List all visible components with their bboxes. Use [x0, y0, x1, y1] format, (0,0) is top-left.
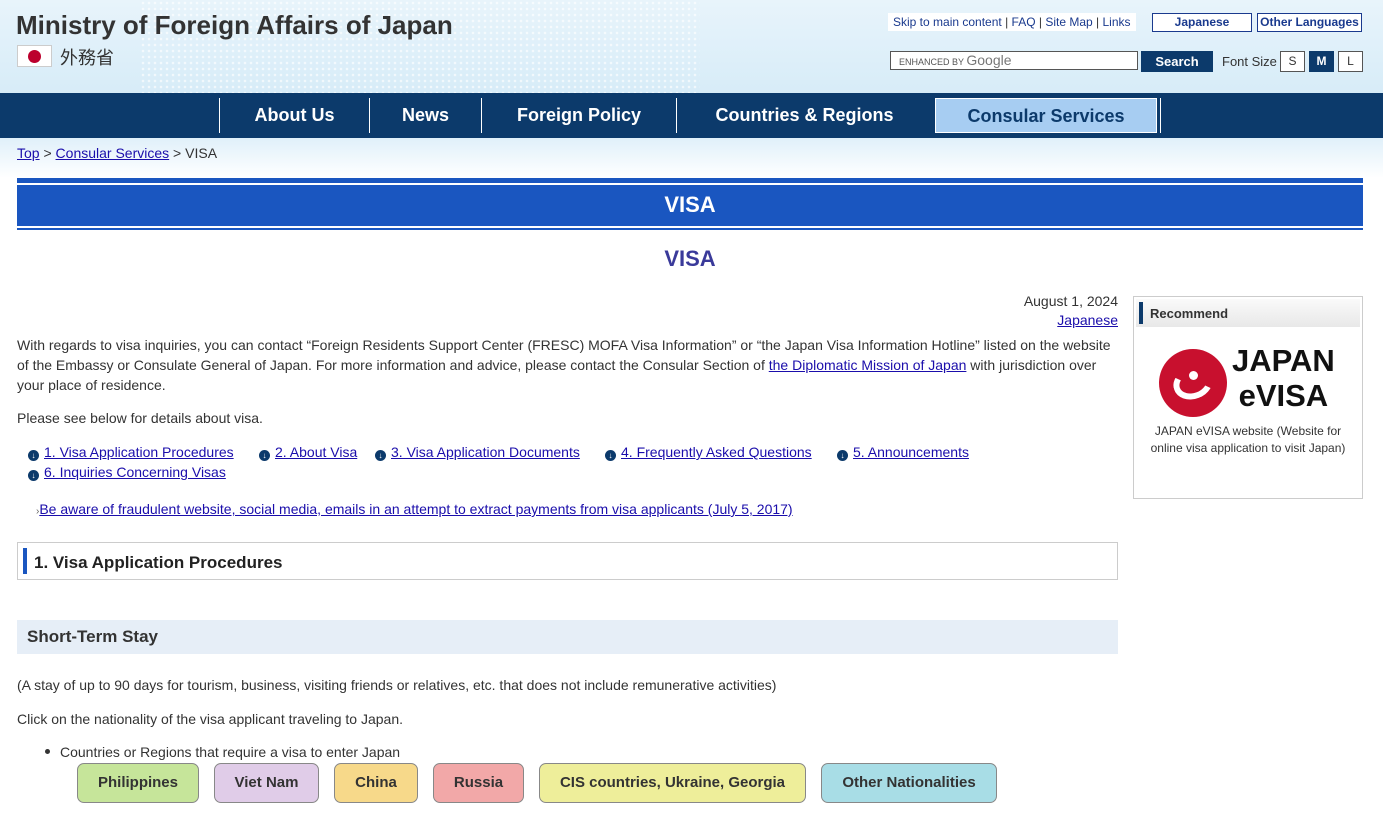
site-map-link[interactable]: Site Map — [1045, 15, 1092, 29]
font-size-medium-button[interactable]: M — [1309, 51, 1334, 72]
search-button[interactable]: Search — [1141, 51, 1213, 72]
search-input[interactable]: ENHANCED BY Google — [890, 51, 1138, 70]
nav-about-us[interactable]: About Us — [219, 98, 369, 133]
links-link[interactable]: Links — [1103, 15, 1131, 29]
sidebar-heading: Recommend — [1150, 306, 1229, 321]
nationality-other-button[interactable]: Other Nationalities — [821, 763, 997, 803]
toc-link-4[interactable]: 4. Frequently Asked Questions — [621, 444, 812, 460]
nationality-russia-button[interactable]: Russia — [433, 763, 524, 803]
breadcrumb: Top > Consular Services > VISA — [17, 145, 218, 161]
breadcrumb-top-link[interactable]: Top — [17, 145, 40, 161]
google-logo: Google — [966, 52, 1012, 68]
intro-paragraph: With regards to visa inquiries, you can … — [17, 337, 1111, 393]
toc-link-6[interactable]: 6. Inquiries Concerning Visas — [44, 464, 226, 480]
utility-links: Skip to main content | FAQ | Site Map | … — [888, 13, 1136, 31]
toc-link-2[interactable]: 2. About Visa — [275, 444, 357, 460]
click-instruction: Click on the nationality of the visa app… — [17, 711, 404, 727]
down-arrow-icon: ↓ — [837, 450, 848, 461]
details-text: Please see below for details about visa. — [17, 410, 263, 426]
nav-countries-regions[interactable]: Countries & Regions — [676, 98, 932, 133]
page-subtitle: VISA — [664, 246, 716, 271]
evisa-caption[interactable]: JAPAN eVISA website (Website for online … — [1142, 423, 1354, 457]
japanese-language-button[interactable]: Japanese — [1152, 13, 1252, 32]
nationality-cis-button[interactable]: CIS countries, Ukraine, Georgia — [539, 763, 806, 803]
font-size-small-button[interactable]: S — [1280, 51, 1305, 72]
fraud-warning-link[interactable]: Be aware of fraudulent website, social m… — [39, 501, 792, 517]
site-title[interactable]: Ministry of Foreign Affairs of Japan — [16, 10, 453, 41]
short-term-description: (A stay of up to 90 days for tourism, bu… — [17, 677, 777, 693]
japanese-site-name[interactable]: 外務省 — [60, 44, 114, 70]
faq-link[interactable]: FAQ — [1012, 15, 1036, 29]
japan-flag-icon — [17, 45, 52, 67]
toc-link-5[interactable]: 5. Announcements — [853, 444, 969, 460]
nav-news[interactable]: News — [369, 98, 481, 133]
breadcrumb-consular-link[interactable]: Consular Services — [56, 145, 170, 161]
nationality-philippines-button[interactable]: Philippines — [77, 763, 199, 803]
down-arrow-icon: ↓ — [375, 450, 386, 461]
section-heading: 1. Visa Application Procedures — [34, 553, 283, 572]
down-arrow-icon: ↓ — [28, 450, 39, 461]
japan-evisa-logo-icon[interactable] — [1159, 349, 1227, 417]
skip-to-main-link[interactable]: Skip to main content — [893, 15, 1002, 29]
page-title: VISA — [17, 183, 1363, 228]
japanese-version-link[interactable]: Japanese — [1057, 312, 1118, 328]
other-languages-button[interactable]: Other Languages — [1257, 13, 1362, 32]
font-size-large-button[interactable]: L — [1338, 51, 1363, 72]
breadcrumb-current: VISA — [185, 145, 218, 161]
nav-consular-services[interactable]: Consular Services — [935, 98, 1157, 133]
down-arrow-icon: ↓ — [605, 450, 616, 461]
toc-link-1[interactable]: 1. Visa Application Procedures — [44, 444, 234, 460]
diplomatic-mission-link[interactable]: the Diplomatic Mission of Japan — [769, 357, 967, 373]
main-navigation: About Us News Foreign Policy Countries &… — [0, 93, 1383, 138]
evisa-logo-text[interactable]: JAPAN eVISA — [1232, 343, 1335, 413]
nationality-china-button[interactable]: China — [334, 763, 418, 803]
nav-foreign-policy[interactable]: Foreign Policy — [481, 98, 676, 133]
down-arrow-icon: ↓ — [259, 450, 270, 461]
toc-link-3[interactable]: 3. Visa Application Documents — [391, 444, 580, 460]
publish-date: August 1, 2024 — [1023, 293, 1118, 309]
subsection-heading: Short-Term Stay — [27, 627, 158, 646]
nationality-vietnam-button[interactable]: Viet Nam — [214, 763, 319, 803]
font-size-label: Font Size — [1222, 54, 1277, 69]
recommend-sidebar: Recommend JAPAN eVISA JAPAN eVISA websit… — [1133, 296, 1363, 499]
fraud-warning: ›Be aware of fraudulent website, social … — [36, 501, 793, 517]
list-item: Countries or Regions that require a visa… — [45, 744, 400, 760]
subsection-heading-box: Short-Term Stay — [17, 620, 1118, 654]
down-arrow-icon: ↓ — [28, 470, 39, 481]
page-title-banner: VISA — [17, 178, 1363, 230]
search-enhanced-label: ENHANCED BY — [899, 57, 964, 67]
section-heading-box: 1. Visa Application Procedures — [17, 542, 1118, 580]
